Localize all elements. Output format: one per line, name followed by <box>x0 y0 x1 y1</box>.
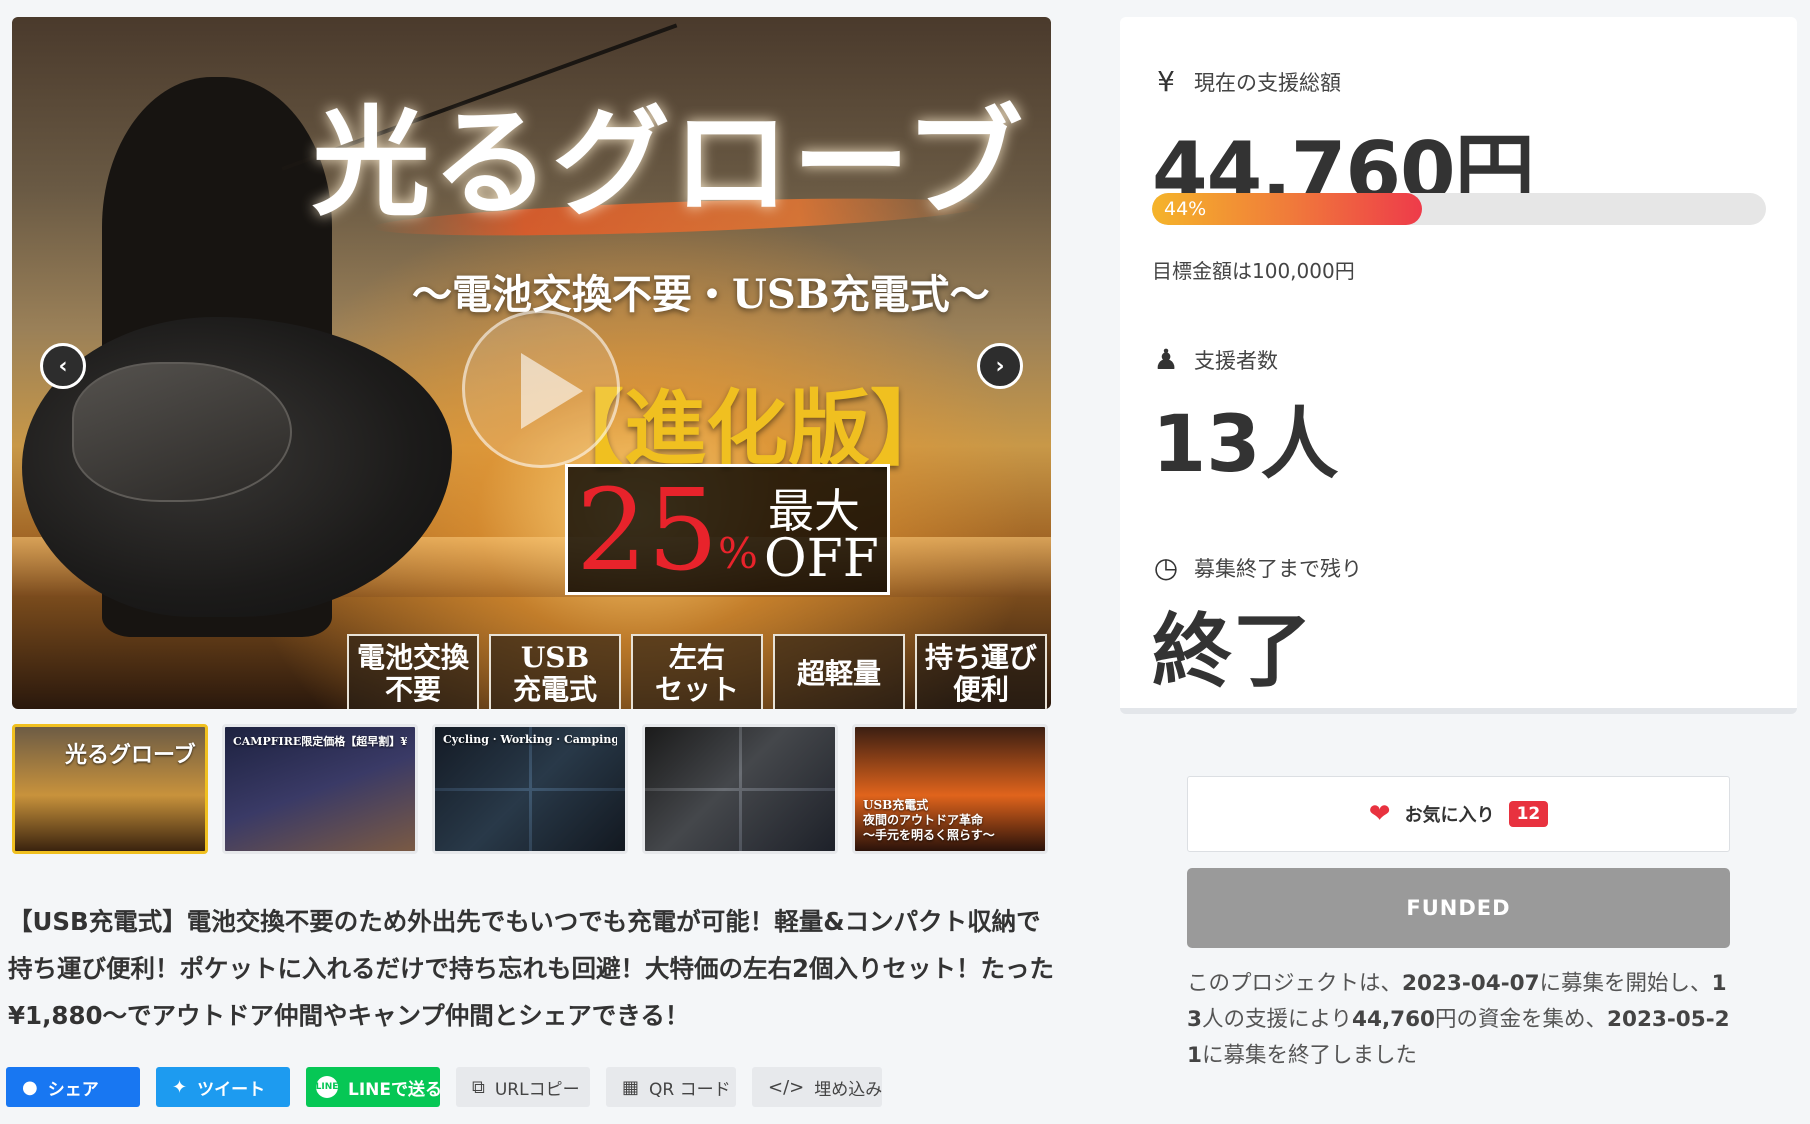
project-main-image[interactable]: 光るグローブ 〜電池交換不要・USB充電式〜 【進化版】 25 % 最大 OFF… <box>12 17 1051 709</box>
thumbnail[interactable] <box>642 724 838 854</box>
discount-value: 25 <box>576 466 719 596</box>
total-amount-label: ¥ 現在の支援総額 <box>1152 65 1341 98</box>
funding-progress-fill: 44% <box>1152 193 1423 225</box>
embed-label: 埋め込み <box>814 1079 883 1100</box>
summary-amount: 44,760 <box>1352 1007 1436 1032</box>
thumbnail-strip: 光るグローブ CAMPFIRE限定価格【超早割】¥1,880〜 Cycling … <box>12 724 1048 854</box>
backers-label-text: 支援者数 <box>1194 348 1278 373</box>
facebook-share-button[interactable]: ● シェア <box>6 1067 140 1107</box>
thumbnail[interactable]: 光るグローブ <box>12 724 208 854</box>
feature-badge: USB 充電式 <box>489 634 621 709</box>
summary-text: 人の支援により <box>1201 1007 1353 1032</box>
time-remaining-value: 終了 <box>1152 605 1312 698</box>
feature-badge: 超軽量 <box>773 634 905 709</box>
copy-url-button[interactable]: ⧉ URLコピー <box>456 1067 590 1107</box>
funding-progress-bar: 44% <box>1152 193 1766 225</box>
line-share-label: LINEで送る <box>348 1079 442 1100</box>
thumbnail-label: 光るグローブ <box>65 742 196 768</box>
thumbnail-label: CAMPFIRE限定価格【超早割】¥1,880〜 <box>233 735 407 748</box>
time-remaining-label-text: 募集終了まで残り <box>1194 556 1362 581</box>
thumbnail-label: Cycling · Working · Camping · Walking · … <box>443 733 617 746</box>
yen-icon: ¥ <box>1157 65 1175 98</box>
hero-subtitle: 〜電池交換不要・USB充電式〜 <box>412 271 990 318</box>
qr-code-icon: ▦ <box>622 1076 640 1098</box>
time-remaining-label: ◷ 募集終了まで残り <box>1152 551 1362 584</box>
twitter-icon: ✦ <box>172 1076 188 1098</box>
play-icon[interactable] <box>462 310 620 468</box>
thumbnail[interactable]: USB充電式 夜間のアウトドア革命 〜手元を明るく照らす〜 <box>852 724 1048 854</box>
goal-amount: 目標金額は100,000円 <box>1152 259 1355 283</box>
total-amount-label-text: 現在の支援総額 <box>1194 70 1341 95</box>
summary-text: に募集を開始し、 <box>1539 971 1712 996</box>
share-bar: ● シェア ✦ ツイート LINE LINEで送る ⧉ URLコピー ▦ QR … <box>6 1067 882 1107</box>
summary-suffix: に募集を終了しました <box>1201 1043 1417 1068</box>
discount-box: 25 % 最大 OFF <box>565 464 890 595</box>
discount-off: OFF <box>764 529 879 589</box>
feature-badge: 電池交換 不要 <box>347 634 479 709</box>
heart-icon: ❤ <box>1368 799 1391 829</box>
favorite-button[interactable]: ❤ お気に入り 12 <box>1187 776 1730 852</box>
project-description: 【USB充電式】電池交換不要のため外出先でもいつでも充電が可能！軽量&コンパクト… <box>8 907 1055 1030</box>
favorite-count-badge: 12 <box>1508 801 1549 827</box>
thumbnail-label: USB充電式 夜間のアウトドア革命 〜手元を明るく照らす〜 <box>863 798 995 842</box>
embed-button[interactable]: </> 埋め込み <box>752 1067 882 1107</box>
backers-value: 13人 <box>1152 400 1339 490</box>
line-share-button[interactable]: LINE LINEで送る <box>306 1067 442 1107</box>
thumbnail-collage <box>645 727 835 851</box>
thumbnail[interactable]: CAMPFIRE限定価格【超早割】¥1,880〜 <box>222 724 418 854</box>
thumbnail[interactable]: Cycling · Working · Camping · Walking · … <box>432 724 628 854</box>
code-icon: </> <box>768 1076 805 1098</box>
backers-label: ♟ 支援者数 <box>1152 343 1278 376</box>
summary-start-date: 2023-04-07 <box>1402 971 1540 996</box>
funding-stats-panel: ¥ 現在の支援総額 44,760円 44% 目標金額は100,000円 ♟ 支援… <box>1120 17 1797 714</box>
chevron-right-icon[interactable]: › <box>977 343 1023 389</box>
summary-prefix: このプロジェクトは、 <box>1187 971 1403 996</box>
summary-text: 円の資金を集め、 <box>1435 1007 1608 1032</box>
feature-badges: 電池交換 不要 USB 充電式 左右 セット 超軽量 持ち運び 便利 <box>347 634 1047 709</box>
user-icon: ♟ <box>1153 343 1179 376</box>
copy-icon: ⧉ <box>472 1076 485 1098</box>
feature-badge: 左右 セット <box>631 634 763 709</box>
chevron-left-icon[interactable]: ‹ <box>40 343 86 389</box>
facebook-share-label: シェア <box>47 1079 99 1100</box>
line-icon: LINE <box>316 1076 338 1098</box>
funded-button[interactable]: FUNDED <box>1187 868 1730 948</box>
favorite-label: お気に入り <box>1404 805 1495 826</box>
discount-percent: % <box>718 529 758 578</box>
feature-badge: 持ち運び 便利 <box>915 634 1047 709</box>
hero-title: 光るグローブ <box>312 93 1025 232</box>
qr-code-button[interactable]: ▦ QR コード <box>606 1067 736 1107</box>
funding-progress-label: 44% <box>1164 198 1207 220</box>
glove-light-device <box>72 362 292 502</box>
copy-url-label: URLコピー <box>494 1079 580 1100</box>
qr-code-label: QR コード <box>649 1079 731 1100</box>
twitter-share-button[interactable]: ✦ ツイート <box>156 1067 290 1107</box>
facebook-icon: ● <box>22 1076 38 1098</box>
twitter-share-label: ツイート <box>197 1079 266 1100</box>
project-summary: このプロジェクトは、2023-04-07に募集を開始し、13人の支援により44,… <box>1187 966 1730 1074</box>
clock-icon: ◷ <box>1153 551 1179 584</box>
